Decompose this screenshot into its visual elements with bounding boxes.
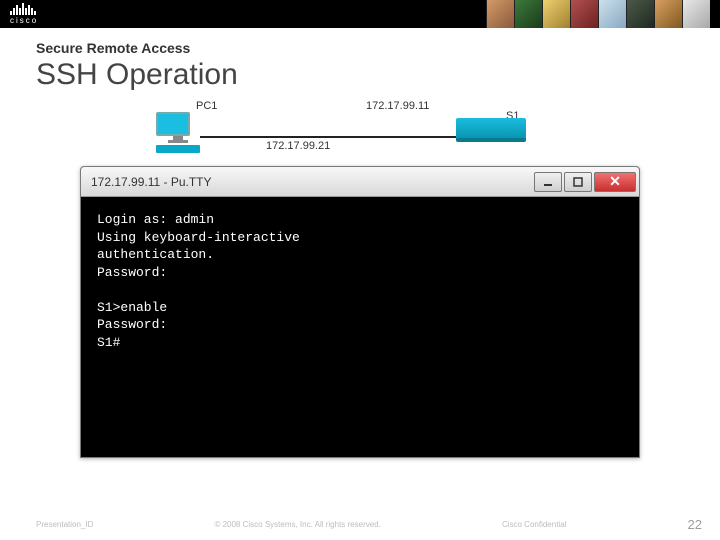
switch-ip-label: 172.17.99.11 [366,100,429,112]
slide-footer: Presentation_ID © 2008 Cisco Systems, In… [0,517,720,532]
network-diagram: PC1 172.17.99.11 172.17.99.21 S1 [156,100,636,160]
switch-icon [456,118,526,138]
terminal-output[interactable]: Login as: admin Using keyboard-interacti… [81,197,639,457]
cisco-bars-icon [10,3,38,15]
maximize-button[interactable] [564,172,592,192]
slide-title: SSH Operation [36,58,684,92]
page-number: 22 [688,517,702,532]
pc-icon [156,112,200,153]
footer-left: Presentation_ID [36,520,93,529]
window-buttons: ✕ [534,172,639,192]
window-titlebar[interactable]: 172.17.99.11 - Pu.TTY ✕ [81,167,639,197]
cisco-logo-text: cisco [10,17,38,25]
pretitle: Secure Remote Access [36,40,684,56]
cisco-logo: cisco [10,3,38,25]
header-bar: cisco [0,0,720,28]
pc-ip-label: 172.17.99.21 [266,140,330,152]
pc-label: PC1 [196,100,217,112]
slide-content: Secure Remote Access SSH Operation PC1 1… [0,28,720,458]
putty-window: 172.17.99.11 - Pu.TTY ✕ Login as: admin … [80,166,640,458]
footer-right: Cisco Confidential [502,520,566,529]
close-button[interactable]: ✕ [594,172,636,192]
footer-center: © 2008 Cisco Systems, Inc. All rights re… [214,520,380,529]
minimize-icon [543,177,553,187]
window-title: 172.17.99.11 - Pu.TTY [91,175,212,189]
photo-strip [486,0,710,28]
wire-icon [200,136,456,138]
close-icon: ✕ [609,173,621,190]
maximize-icon [573,177,583,187]
minimize-button[interactable] [534,172,562,192]
